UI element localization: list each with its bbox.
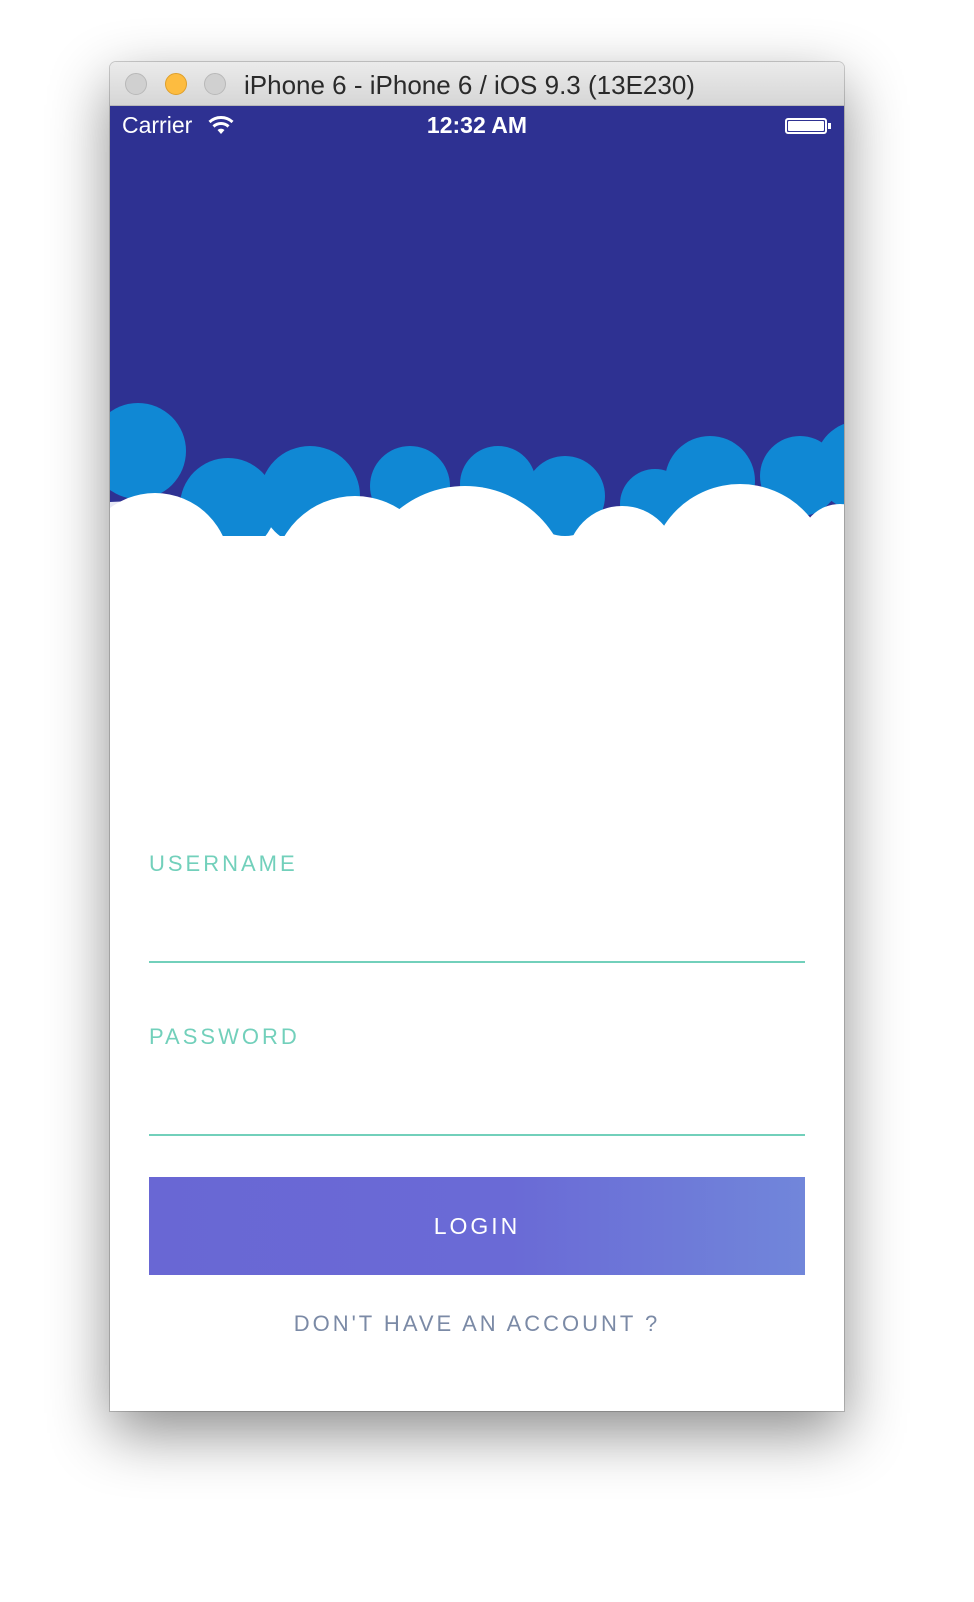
close-window-button[interactable] <box>125 73 147 95</box>
device-screen: Carrier 12:32 AM USERNAME PASSWORD LOGIN… <box>110 106 844 1411</box>
clouds-illustration <box>110 403 844 536</box>
window-titlebar[interactable]: iPhone 6 - iPhone 6 / iOS 9.3 (13E230) <box>110 62 844 106</box>
username-input[interactable] <box>149 913 805 963</box>
minimize-window-button[interactable] <box>165 73 187 95</box>
status-time: 12:32 AM <box>426 112 528 138</box>
battery-tip <box>828 123 831 129</box>
ios-statusbar: Carrier 12:32 AM <box>110 106 844 146</box>
window-title: iPhone 6 - iPhone 6 / iOS 9.3 (13E230) <box>244 70 695 100</box>
signup-link[interactable]: DON'T HAVE AN ACCOUNT ? <box>110 1311 844 1337</box>
username-label: USERNAME <box>149 851 298 876</box>
simulator-window: iPhone 6 - iPhone 6 / iOS 9.3 (13E230) C… <box>110 62 844 1411</box>
zoom-window-button[interactable] <box>204 73 226 95</box>
password-label: PASSWORD <box>149 1024 300 1049</box>
password-input[interactable] <box>149 1086 805 1136</box>
login-button[interactable]: LOGIN <box>149 1177 805 1275</box>
battery-icon <box>785 118 827 134</box>
